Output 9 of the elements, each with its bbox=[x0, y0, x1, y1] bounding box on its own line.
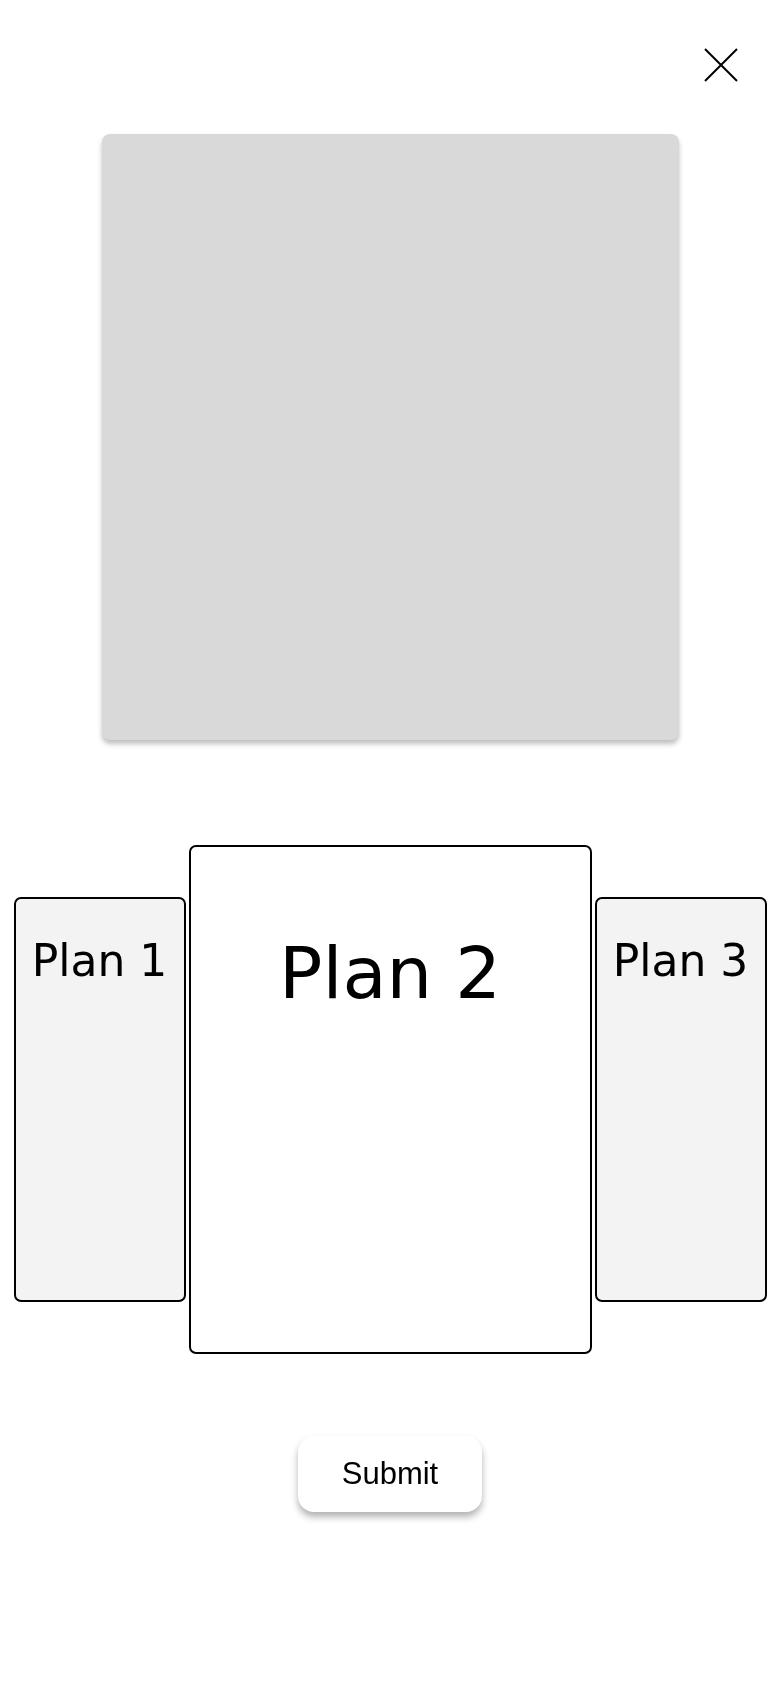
close-button[interactable] bbox=[704, 48, 738, 82]
plan-title: Plan 1 bbox=[31, 939, 168, 983]
submit-button[interactable]: Submit bbox=[298, 1436, 482, 1512]
plan-title: Plan 2 bbox=[279, 937, 501, 1009]
plan-title: Plan 3 bbox=[612, 939, 749, 983]
plan-card[interactable]: Plan 2 bbox=[188, 845, 592, 1354]
plan-card[interactable]: Plan 3 bbox=[594, 897, 767, 1302]
plan-card[interactable]: Plan 1 bbox=[13, 897, 186, 1302]
close-icon bbox=[704, 48, 738, 82]
